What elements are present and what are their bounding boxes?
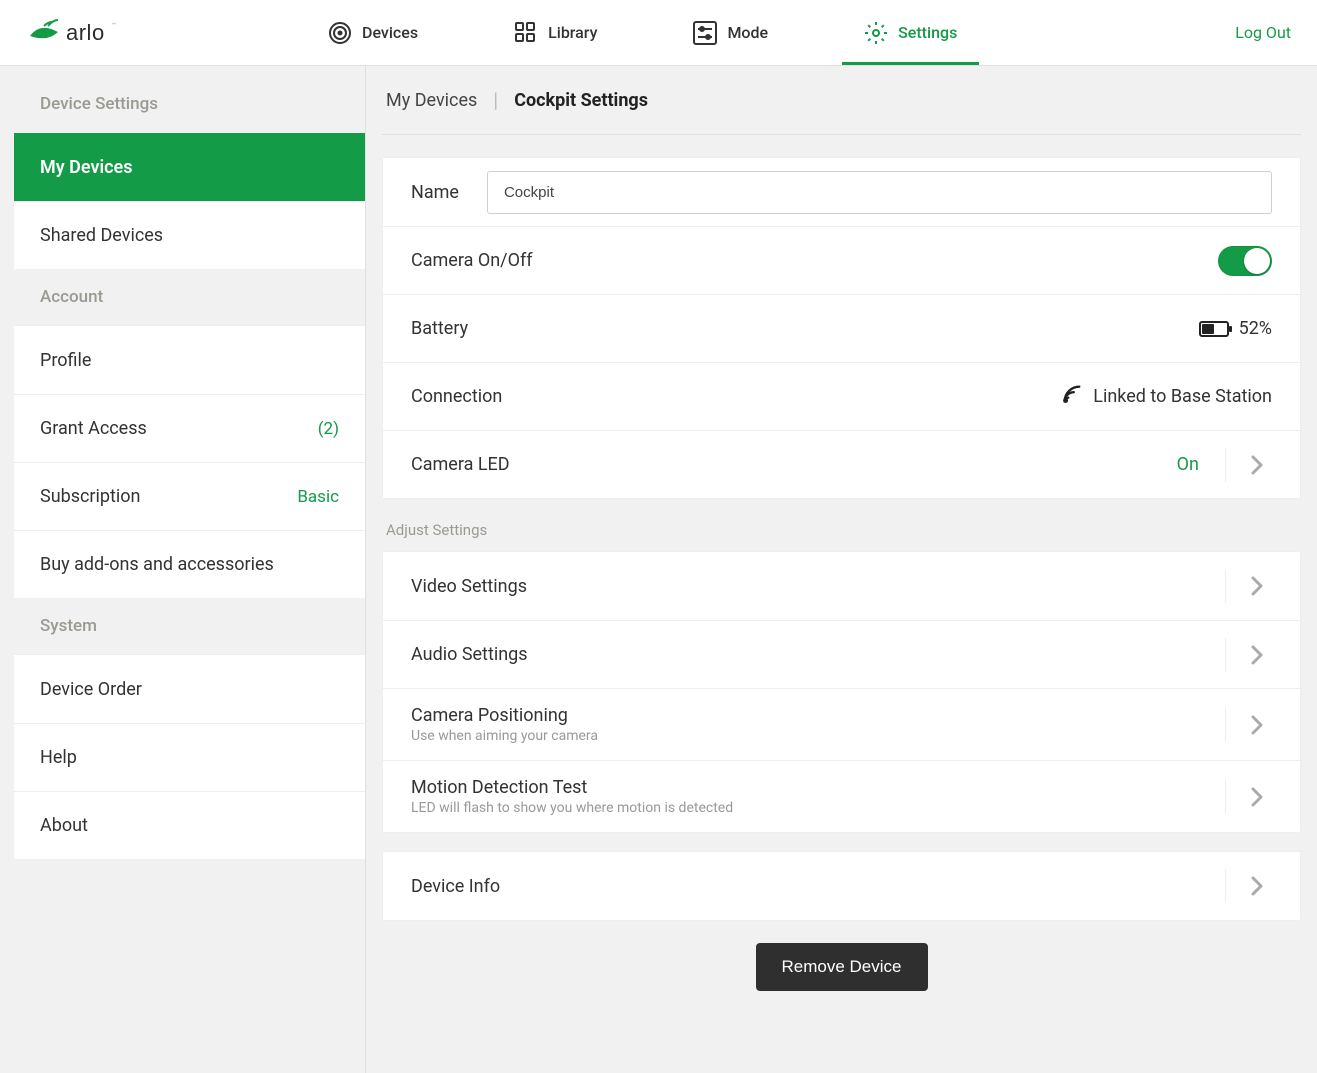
device-name-input[interactable]	[487, 171, 1272, 214]
camera-led-value: On	[1177, 454, 1199, 475]
sidebar-item-profile[interactable]: Profile	[14, 326, 365, 394]
top-nav: arlo ™ Devices Library Mode Sett	[0, 0, 1317, 66]
svg-text:arlo: arlo	[66, 20, 105, 45]
sidebar-item-label: Grant Access	[40, 418, 147, 439]
sidebar-item-label: My Devices	[40, 157, 132, 178]
chevron-right-icon	[1242, 714, 1272, 736]
gear-icon	[864, 21, 888, 45]
sidebar-item-label: Help	[40, 747, 77, 768]
connection-label: Connection	[411, 386, 502, 407]
device-info-label: Device Info	[411, 876, 500, 897]
nav-label: Settings	[898, 23, 957, 42]
sidebar-item-label: Device Order	[40, 679, 142, 700]
chevron-right-icon	[1242, 454, 1272, 476]
row-camera-positioning[interactable]: Camera Positioning Use when aiming your …	[383, 688, 1300, 760]
motion-subtitle: LED will flash to show you where motion …	[411, 800, 733, 816]
main-content: My Devices | Cockpit Settings Name Camer…	[366, 66, 1317, 1073]
breadcrumb-current: Cockpit Settings	[514, 90, 648, 111]
camera-toggle[interactable]	[1218, 246, 1272, 276]
row-battery: Battery 52%	[383, 294, 1300, 362]
battery-icon	[1199, 321, 1229, 337]
sidebar-item-device-order[interactable]: Device Order	[14, 655, 365, 723]
signal-icon	[1061, 383, 1083, 410]
sidebar-header-device-settings: Device Settings	[14, 76, 365, 132]
motion-label: Motion Detection Test	[411, 777, 733, 798]
sidebar-header-account: Account	[14, 269, 365, 325]
chevron-right-icon	[1242, 644, 1272, 666]
breadcrumb: My Devices | Cockpit Settings	[382, 66, 1301, 135]
separator	[1225, 869, 1226, 903]
positioning-label: Camera Positioning	[411, 705, 598, 726]
primary-settings-card: Name Camera On/Off Battery 52% Connectio…	[382, 157, 1301, 499]
sidebar-item-subscription[interactable]: Subscription Basic	[14, 462, 365, 530]
nav-library[interactable]: Library	[466, 0, 645, 65]
chevron-right-icon	[1242, 575, 1272, 597]
nav-label: Devices	[362, 23, 418, 42]
adjust-settings-card: Video Settings Audio Settings	[382, 551, 1301, 833]
grant-access-count: (2)	[318, 419, 339, 439]
brand-logo: arlo ™	[0, 16, 280, 50]
nav-label: Mode	[727, 23, 768, 42]
separator	[1225, 638, 1226, 672]
sidebar-item-addons[interactable]: Buy add-ons and accessories	[14, 530, 365, 598]
separator	[1225, 708, 1226, 742]
audio-settings-label: Audio Settings	[411, 644, 528, 665]
connection-value: Linked to Base Station	[1093, 386, 1272, 407]
target-icon	[328, 21, 352, 45]
sidebar-item-help[interactable]: Help	[14, 723, 365, 791]
row-camera-led[interactable]: Camera LED On	[383, 430, 1300, 498]
nav-items: Devices Library Mode Settings	[280, 0, 1235, 65]
row-motion-detection[interactable]: Motion Detection Test LED will flash to …	[383, 760, 1300, 832]
row-connection: Connection Linked to Base Station	[383, 362, 1300, 430]
row-name: Name	[383, 158, 1300, 226]
settings-sidebar: Device Settings My Devices Shared Device…	[0, 66, 366, 1073]
sidebar-item-label: Buy add-ons and accessories	[40, 554, 274, 575]
chevron-right-icon	[1242, 786, 1272, 808]
positioning-subtitle: Use when aiming your camera	[411, 728, 598, 744]
sidebar-item-label: About	[40, 815, 88, 836]
row-audio-settings[interactable]: Audio Settings	[383, 620, 1300, 688]
chevron-right-icon	[1242, 875, 1272, 897]
nav-mode[interactable]: Mode	[645, 0, 816, 65]
sidebar-item-label: Subscription	[40, 486, 141, 507]
separator	[1225, 448, 1226, 482]
sidebar-item-my-devices[interactable]: My Devices	[14, 133, 365, 201]
adjust-settings-header: Adjust Settings	[382, 499, 1301, 551]
battery-percent: 52%	[1239, 318, 1272, 339]
separator	[1225, 569, 1226, 603]
row-device-info[interactable]: Device Info	[383, 852, 1300, 920]
grid-icon	[514, 21, 538, 45]
separator	[1225, 780, 1226, 814]
breadcrumb-root[interactable]: My Devices	[386, 90, 477, 111]
battery-label: Battery	[411, 318, 468, 339]
sliders-icon	[693, 21, 717, 45]
video-settings-label: Video Settings	[411, 576, 527, 597]
nav-label: Library	[548, 23, 597, 42]
sidebar-header-system: System	[14, 598, 365, 654]
sidebar-item-label: Profile	[40, 350, 91, 371]
nav-settings[interactable]: Settings	[816, 0, 1005, 65]
sidebar-item-label: Shared Devices	[40, 225, 163, 246]
svg-text:™: ™	[112, 22, 116, 29]
camera-led-label: Camera LED	[411, 454, 510, 475]
breadcrumb-separator: |	[493, 88, 498, 112]
camera-onoff-label: Camera On/Off	[411, 250, 533, 271]
sidebar-item-grant-access[interactable]: Grant Access (2)	[14, 394, 365, 462]
sidebar-item-about[interactable]: About	[14, 791, 365, 859]
row-video-settings[interactable]: Video Settings	[383, 552, 1300, 620]
name-label: Name	[411, 182, 459, 203]
sidebar-item-shared-devices[interactable]: Shared Devices	[14, 201, 365, 269]
logout-link[interactable]: Log Out	[1235, 23, 1317, 42]
device-info-card: Device Info	[382, 851, 1301, 921]
row-camera-onoff: Camera On/Off	[383, 226, 1300, 294]
nav-devices[interactable]: Devices	[280, 0, 466, 65]
subscription-plan: Basic	[297, 487, 339, 507]
remove-device-button[interactable]: Remove Device	[756, 943, 928, 991]
